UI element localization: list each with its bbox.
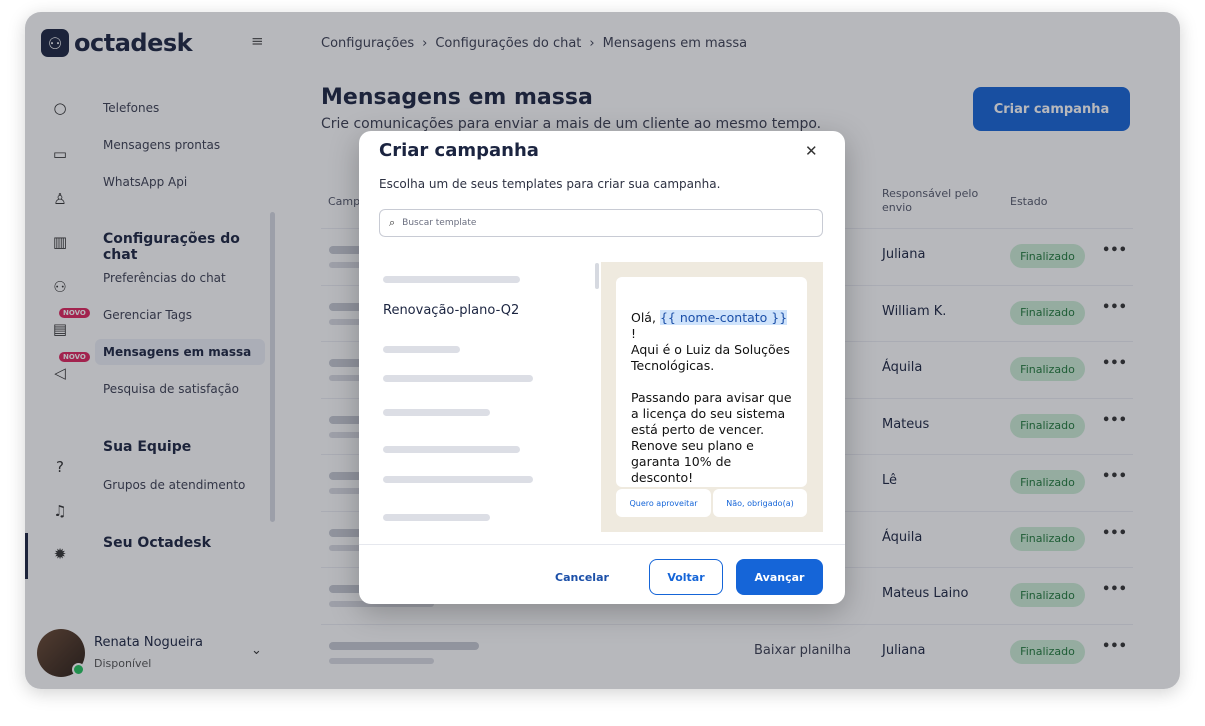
close-icon[interactable]: ✕ (805, 142, 818, 160)
template-placeholder[interactable] (383, 446, 520, 453)
template-placeholder[interactable] (383, 276, 520, 283)
preview-line2: Aqui é o Luiz da Soluções Tecnológicas. (631, 342, 790, 373)
search-icon: ⌕ (389, 216, 396, 229)
preview-line3: Passando para avisar que a licença do se… (631, 390, 792, 485)
template-preview: Olá, {{ nome-contato }} ! Aqui é o Luiz … (601, 262, 823, 532)
template-search[interactable]: ⌕ (379, 209, 823, 237)
preview-variable: {{ nome-contato }} (659, 310, 788, 325)
message-preview-bubble: Olá, {{ nome-contato }} ! Aqui é o Luiz … (616, 277, 807, 487)
modal-title: Criar campanha (379, 140, 539, 161)
back-button[interactable]: Voltar (649, 559, 723, 595)
template-placeholder[interactable] (383, 476, 533, 483)
template-placeholder[interactable] (383, 375, 533, 382)
template-item-renovacao[interactable]: Renovação-plano-Q2 (383, 303, 519, 318)
modal-description: Escolha um de seus templates para criar … (379, 177, 721, 191)
cancel-button[interactable]: Cancelar (555, 571, 609, 584)
next-button[interactable]: Avançar (736, 559, 823, 595)
quick-reply-nao-obrigado[interactable]: Não, obrigado(a) (713, 489, 807, 517)
quick-reply-quero-aproveitar[interactable]: Quero aproveitar (616, 489, 711, 517)
template-list-scrollbar[interactable] (595, 263, 599, 289)
preview-greeting: Olá, (631, 310, 656, 325)
template-placeholder[interactable] (383, 514, 490, 521)
template-placeholder[interactable] (383, 346, 460, 353)
template-placeholder[interactable] (383, 409, 490, 416)
template-search-input[interactable] (402, 218, 783, 228)
modal-footer: Cancelar Voltar Avançar (359, 544, 845, 604)
create-campaign-modal: Criar campanha ✕ Escolha um de seus temp… (359, 131, 845, 604)
preview-greeting-suffix: ! (631, 326, 637, 341)
